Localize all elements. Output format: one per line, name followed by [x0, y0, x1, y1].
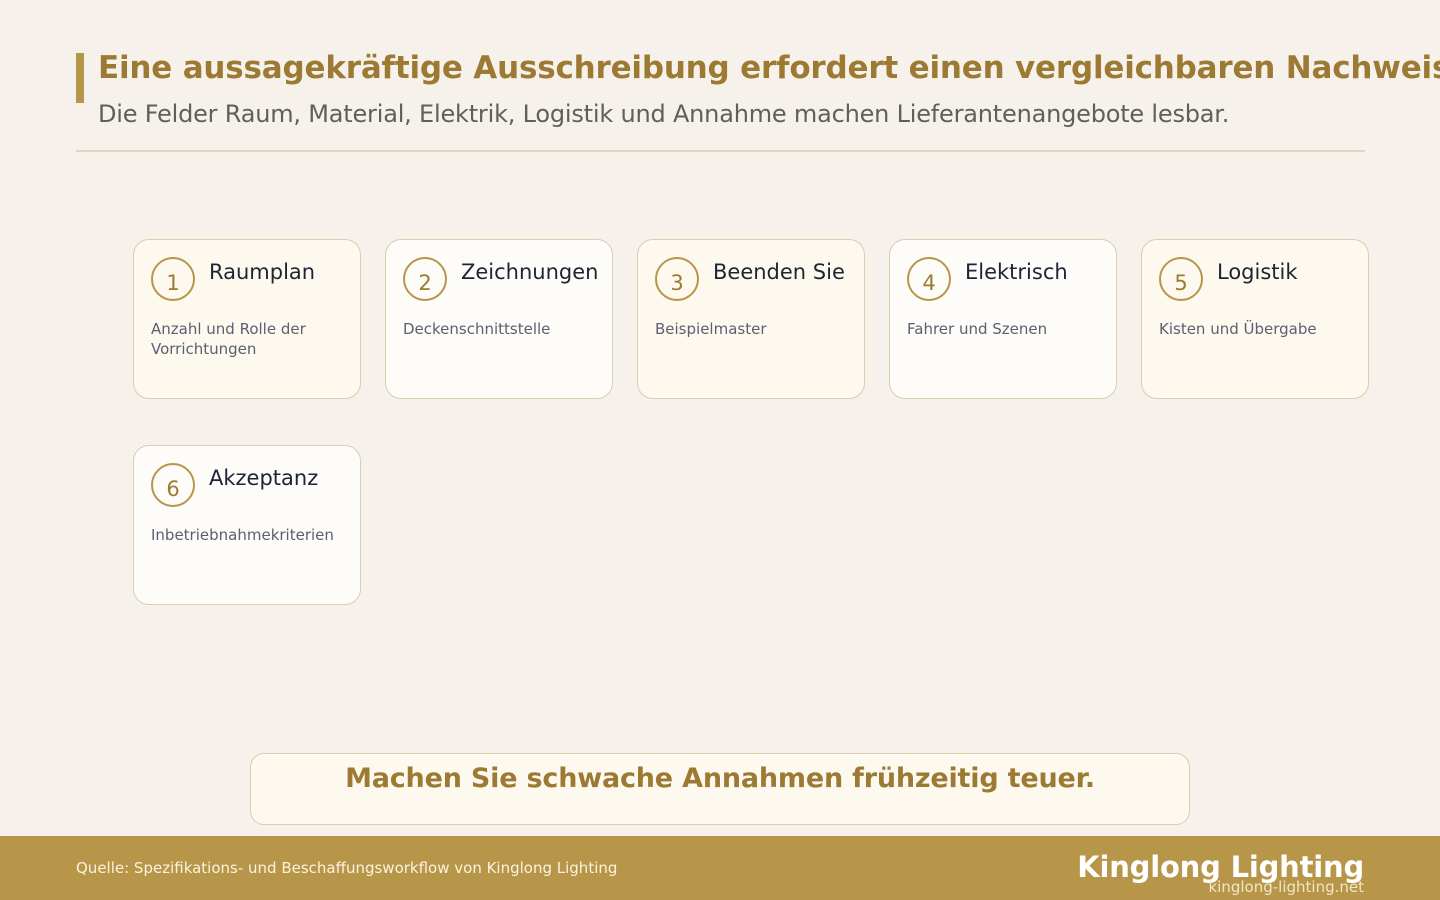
step-description: Anzahl und Rolle der Vorrichtungen — [151, 320, 306, 358]
step-title: Zeichnungen — [461, 260, 599, 284]
step-number-badge: 6 — [151, 463, 195, 507]
step-card-4: 4 Elektrisch Fahrer und Szenen — [889, 239, 1117, 399]
step-title: Logistik — [1217, 260, 1298, 284]
page-subtitle: Die Felder Raum, Material, Elektrik, Log… — [98, 100, 1230, 128]
source-note: Quelle: Spezifikations- und Beschaffungs… — [76, 859, 618, 877]
step-title: Beenden Sie — [713, 260, 845, 284]
step-description: Kisten und Übergabe — [1159, 320, 1317, 338]
step-number-badge: 4 — [907, 257, 951, 301]
step-description: Beispielmaster — [655, 320, 767, 338]
header-accent-bar — [76, 53, 84, 103]
step-number-badge: 2 — [403, 257, 447, 301]
step-number-badge: 1 — [151, 257, 195, 301]
callout-box: Machen Sie schwache Annahmen frühzeitig … — [250, 753, 1190, 825]
step-description: Deckenschnittstelle — [403, 320, 551, 338]
step-number-badge: 5 — [1159, 257, 1203, 301]
step-description: Fahrer und Szenen — [907, 320, 1048, 338]
step-number-badge: 3 — [655, 257, 699, 301]
header-divider — [76, 150, 1365, 152]
step-title: Raumplan — [209, 260, 316, 284]
step-card-1: 1 Raumplan Anzahl und Rolle der Vorricht… — [133, 239, 361, 399]
footer-bar: Quelle: Spezifikations- und Beschaffungs… — [0, 836, 1440, 900]
page-title: Eine aussagekräftige Ausschreibung erfor… — [98, 50, 1440, 86]
step-card-3: 3 Beenden Sie Beispielmaster — [637, 239, 865, 399]
step-card-5: 5 Logistik Kisten und Übergabe — [1141, 239, 1369, 399]
step-card-2: 2 Zeichnungen Deckenschnittstelle — [385, 239, 613, 399]
callout-text: Machen Sie schwache Annahmen frühzeitig … — [345, 763, 1095, 794]
step-title: Elektrisch — [965, 260, 1068, 284]
step-card-6: 6 Akzeptanz Inbetriebnahmekriterien — [133, 445, 361, 605]
step-description: Inbetriebnahmekriterien — [151, 526, 334, 544]
step-title: Akzeptanz — [209, 466, 319, 490]
brand-url: kinglong-lighting.net — [1208, 878, 1365, 896]
